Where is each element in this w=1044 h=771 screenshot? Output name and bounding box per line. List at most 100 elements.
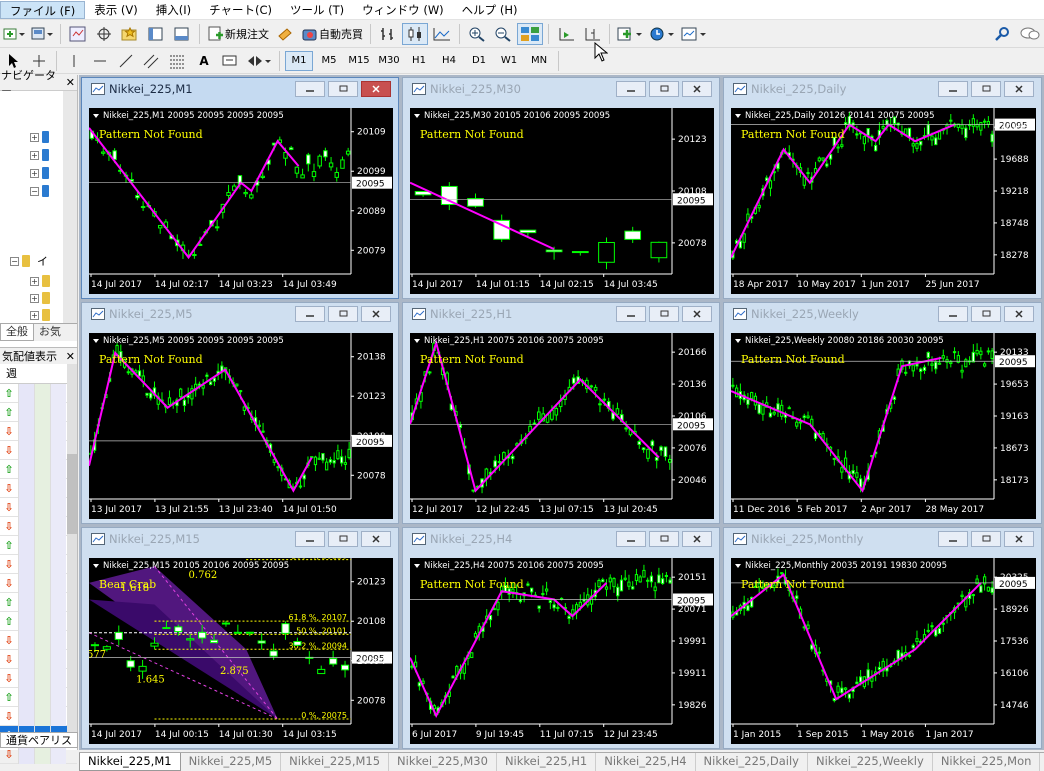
price-chart[interactable]: 20095 20151 20071 19991 19911 19826 6 Jul 2017… xyxy=(410,558,714,744)
chart-window-titlebar[interactable]: Nikkei_225,M1 xyxy=(85,78,395,100)
market-watch-row[interactable]: ⇩ xyxy=(0,706,77,726)
chart-window-titlebar[interactable]: Nikkei_225,M15 xyxy=(85,528,395,550)
market-watch-close-icon[interactable]: ✕ xyxy=(66,350,75,363)
zoom-out-button[interactable] xyxy=(491,23,515,45)
price-chart[interactable]: 20095 20166 20136 20106 20076 20046 12 Jul 201… xyxy=(410,333,714,519)
menu-item[interactable]: 表示 (V) xyxy=(85,1,147,19)
price-chart[interactable]: 20095 20123 20108 20078 14 Jul 2017 14 Jul 01… xyxy=(410,108,714,294)
price-chart[interactable]: 20095 20158 19688 19218 18748 18278 18 Apr 201… xyxy=(731,108,1036,294)
arrows-button[interactable] xyxy=(244,50,274,72)
window-tab[interactable]: Nikkei_225,Weekly xyxy=(808,753,933,771)
restore-button[interactable] xyxy=(649,81,679,97)
horizontal-line-button[interactable] xyxy=(88,50,112,72)
chart-window[interactable]: Nikkei_225,H1 20095 20166 20136 20106 20076 2… xyxy=(402,302,720,524)
window-tab[interactable]: Nikkei_225,H1 xyxy=(497,753,597,771)
menu-item[interactable]: ツール (T) xyxy=(281,1,353,19)
minimize-button[interactable] xyxy=(295,306,325,322)
nav-node[interactable]: + xyxy=(30,167,49,179)
restore-button[interactable] xyxy=(328,306,358,322)
market-watch-row[interactable]: ⇧ xyxy=(0,687,77,707)
chart-window[interactable]: Nikkei_225,Weekly 20095 20133 19653 19163 18… xyxy=(723,302,1042,524)
close-button[interactable] xyxy=(361,306,391,322)
close-button[interactable] xyxy=(1004,81,1034,97)
chart-dropdown-icon[interactable] xyxy=(414,564,420,568)
nav-node[interactable]: + xyxy=(30,131,49,143)
window-tab[interactable]: Nikkei_225,M5 xyxy=(181,753,282,771)
terminal-button[interactable] xyxy=(144,23,168,45)
restore-button[interactable] xyxy=(971,81,1001,97)
chart-dropdown-icon[interactable] xyxy=(414,339,420,343)
close-button[interactable] xyxy=(1004,306,1034,322)
chat-button[interactable] xyxy=(1017,23,1043,45)
chart-dropdown-icon[interactable] xyxy=(735,564,741,568)
equidistant-channel-button[interactable] xyxy=(140,50,164,72)
price-chart[interactable]: 20095 20325 18926 17536 16106 14746 1 Jan 2015… xyxy=(731,558,1036,744)
close-button[interactable] xyxy=(361,81,391,97)
market-watch-row[interactable]: ⇩ xyxy=(0,573,77,593)
navigator-close-icon[interactable]: ✕ xyxy=(66,76,75,89)
window-tab[interactable]: Nikkei_225,Mon xyxy=(933,753,1041,771)
timeframe-d1-button[interactable]: D1 xyxy=(465,51,493,71)
market-watch-row[interactable]: ⇧ xyxy=(0,459,77,479)
nav-node[interactable]: + xyxy=(30,275,50,287)
candlestick-button[interactable] xyxy=(402,23,428,45)
indicators-button[interactable] xyxy=(615,23,645,45)
chart-window-titlebar[interactable]: Nikkei_225,M5 xyxy=(85,303,395,325)
close-button[interactable] xyxy=(361,531,391,547)
chart-canvas[interactable]: 200952013820123201082007813 Jul 2017 13 J… xyxy=(89,333,393,519)
chart-dropdown-icon[interactable] xyxy=(414,114,420,118)
data-window-button[interactable] xyxy=(92,23,116,45)
market-watch-row[interactable]: ⇩ xyxy=(0,421,77,441)
text-button[interactable]: A xyxy=(192,50,216,72)
chart-window-titlebar[interactable]: Nikkei_225,M30 xyxy=(406,78,716,100)
market-watch-row[interactable]: ⇧ xyxy=(0,402,77,422)
timeframe-h1-button[interactable]: H1 xyxy=(405,51,433,71)
auto-scroll-button[interactable] xyxy=(554,23,578,45)
market-watch-button[interactable] xyxy=(66,23,90,45)
menu-item[interactable]: チャート(C) xyxy=(200,1,281,19)
menu-item[interactable]: ファイル (F) xyxy=(0,0,86,19)
timeframe-m5-button[interactable]: M5 xyxy=(315,51,343,71)
nav-node[interactable]: + xyxy=(30,292,50,304)
chart-window-titlebar[interactable]: Nikkei_225,Daily xyxy=(727,78,1038,100)
minimize-button[interactable] xyxy=(616,81,646,97)
window-tab[interactable]: Nikkei_225,M1 xyxy=(79,753,181,771)
window-tab[interactable]: Nikkei_225,H4 xyxy=(596,753,696,771)
price-chart[interactable]: 20095 20138 20123 20108 20078 13 Jul 2017 13 J… xyxy=(89,333,393,519)
scrollbar-thumb[interactable] xyxy=(67,454,77,534)
chart-dropdown-icon[interactable] xyxy=(735,339,741,343)
restore-button[interactable] xyxy=(971,306,1001,322)
new-chart-button[interactable] xyxy=(1,23,27,45)
close-button[interactable] xyxy=(682,81,712,97)
chart-canvas[interactable]: 100 %, 2012661.8 %, 2010750 %, 2010138.2… xyxy=(89,558,393,744)
minimize-button[interactable] xyxy=(616,306,646,322)
chart-window-titlebar[interactable]: Nikkei_225,H1 xyxy=(406,303,716,325)
periods-button[interactable] xyxy=(647,23,677,45)
market-watch-row[interactable]: ⇩ xyxy=(0,649,77,669)
metaeditor-button[interactable] xyxy=(273,23,297,45)
restore-button[interactable] xyxy=(649,306,679,322)
nav-node[interactable]: + xyxy=(30,309,50,321)
market-watch-row[interactable]: ⇩ xyxy=(0,440,77,460)
chart-window-titlebar[interactable]: Nikkei_225,Weekly xyxy=(727,303,1038,325)
bar-chart-button[interactable] xyxy=(376,23,400,45)
tab-general[interactable]: 全般 xyxy=(0,324,34,341)
profiles-button[interactable] xyxy=(29,23,55,45)
timeframe-h4-button[interactable]: H4 xyxy=(435,51,463,71)
timeframe-mn-button[interactable]: MN xyxy=(525,51,553,71)
tab-favorites[interactable]: お気 xyxy=(34,324,66,341)
search-button[interactable] xyxy=(991,23,1015,45)
new-order-button[interactable]: 新規注文 xyxy=(205,23,271,45)
symbols-list-tab[interactable]: 通貨ペアリス xyxy=(0,732,78,748)
market-watch-row[interactable]: ⇩ xyxy=(0,497,77,517)
menu-item[interactable]: 挿入(I) xyxy=(147,1,200,19)
market-watch-row[interactable]: ⇩ xyxy=(0,554,77,574)
chart-window-titlebar[interactable]: Nikkei_225,Monthly xyxy=(727,528,1038,550)
market-watch-row[interactable]: ⇩ xyxy=(0,630,77,650)
tile-windows-button[interactable] xyxy=(517,23,543,45)
label-button[interactable] xyxy=(218,50,242,72)
market-watch-row[interactable]: ⇧ xyxy=(0,535,77,555)
nav-node[interactable]: + xyxy=(30,149,49,161)
market-watch-row[interactable]: ⇧ xyxy=(0,383,77,403)
chart-dropdown-icon[interactable] xyxy=(735,114,741,118)
